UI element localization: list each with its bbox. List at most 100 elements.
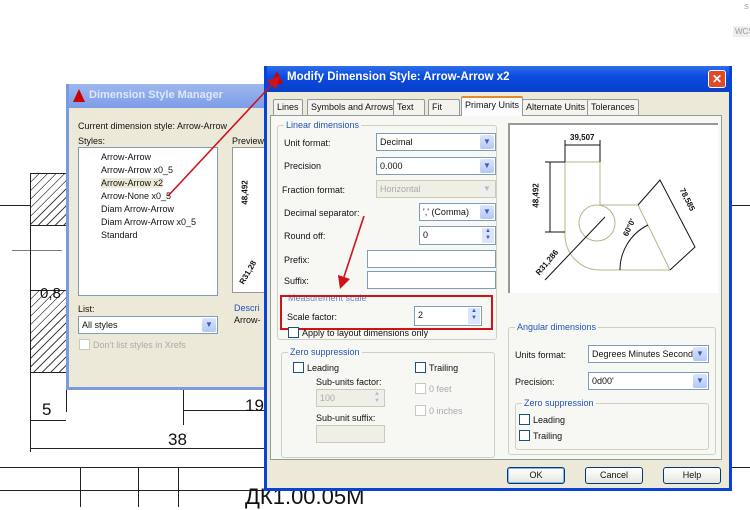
tab-symbols-arrows[interactable]: Symbols and Arrows <box>307 99 398 115</box>
suffix-label: Suffix: <box>284 276 309 286</box>
angular-trailing-label: Trailing <box>533 431 563 441</box>
trailing-label: Trailing <box>429 363 459 373</box>
apply-layout-checkbox[interactable] <box>288 327 299 338</box>
subunit-suffix-label: Sub-unit suffix: <box>316 413 376 423</box>
decimal-separator-value: ',' (Comma) <box>423 207 469 217</box>
fraction-format-select[interactable]: Horizontal ▼ <box>376 180 496 198</box>
angular-trailing-checkbox[interactable] <box>519 430 530 441</box>
ok-button[interactable]: OK <box>507 467 565 484</box>
zero-suppression-title: Zero suppression <box>288 347 362 357</box>
current-style-label: Current dimension style: Arrow-Arrow <box>78 121 228 131</box>
angular-zero-suppression-group: Zero suppression <box>515 398 709 450</box>
style-item[interactable]: Standard <box>101 230 138 240</box>
angular-units-value: Degrees Minutes Seconds <box>592 349 698 359</box>
angular-leading-checkbox[interactable] <box>519 414 530 425</box>
spinner-arrows-icon[interactable]: ▲ ▼ <box>482 228 494 243</box>
round-off-value: 0 <box>423 230 429 240</box>
zero-inches-label: 0 inches <box>429 406 463 416</box>
chevron-down-icon: ▼ <box>480 182 494 196</box>
precision-label: Precision <box>284 161 322 171</box>
unit-format-select[interactable]: Decimal ▼ <box>376 133 496 151</box>
dim-5: 5 <box>42 400 52 419</box>
unit-format-value: Decimal <box>380 137 413 147</box>
decimal-separator-select[interactable]: ',' (Comma) ▼ <box>419 203 496 221</box>
style-item[interactable]: Arrow-None x0_5 <box>101 191 171 201</box>
corner-s: S <box>744 4 749 11</box>
annotation-highlight-box <box>280 295 493 330</box>
angular-precision-select[interactable]: 0d00' ▼ <box>588 372 709 390</box>
description-value: Arrow- <box>234 315 261 325</box>
modify-title-bar[interactable]: Modify Dimension Style: Arrow-Arrow x2 ✕ <box>267 66 729 92</box>
subunits-factor-spinner[interactable]: 100 ▲ ▼ <box>316 389 385 407</box>
wcs-label: WCS <box>733 26 750 37</box>
style-item[interactable]: Arrow-Arrow x0_5 <box>101 165 173 175</box>
prefix-input[interactable] <box>367 250 496 268</box>
list-select[interactable]: All styles ▼ <box>78 316 218 334</box>
chevron-down-icon: ▼ <box>693 347 707 361</box>
precision-select[interactable]: 0.000 ▼ <box>376 157 496 175</box>
tab-lines[interactable]: Lines <box>273 99 303 115</box>
modify-title: Modify Dimension Style: Arrow-Arrow x2 <box>287 71 510 83</box>
subunits-factor-label: Sub-units factor: <box>316 377 382 387</box>
styles-label: Styles: <box>78 136 106 146</box>
xrefs-checkbox[interactable] <box>79 339 90 350</box>
linear-group-title: Linear dimensions <box>284 120 362 130</box>
leading-label: Leading <box>307 363 340 373</box>
zero-feet-checkbox[interactable] <box>415 383 426 394</box>
decimal-separator-label: Decimal separator: <box>284 208 360 218</box>
tab-alternate-units[interactable]: Alternate Units <box>522 99 590 115</box>
tab-fit[interactable]: Fit <box>428 99 460 115</box>
tab-text[interactable]: Text <box>393 99 425 115</box>
suffix-input[interactable] <box>367 271 496 289</box>
style-item-selected[interactable]: Arrow-Arrow x2 <box>101 178 164 188</box>
style-item[interactable]: Diam Arrow-Arrow <box>101 204 174 214</box>
style-item[interactable]: Diam Arrow-Arrow x0_5 <box>101 217 196 227</box>
angular-units-select[interactable]: Degrees Minutes Seconds ▼ <box>588 345 709 363</box>
preview-dim: 39,507 <box>570 133 595 142</box>
tab-primary-units[interactable]: Primary Units <box>461 96 524 116</box>
fraction-format-value: Horizontal <box>380 184 421 194</box>
cancel-button[interactable]: Cancel <box>585 467 643 484</box>
xrefs-label: Don't list styles in Xrefs <box>93 340 186 350</box>
spinner-arrows-icon[interactable]: ▲ ▼ <box>371 391 383 405</box>
apply-layout-label: Apply to layout dimensions only <box>302 328 429 338</box>
round-off-spinner[interactable]: 0 ▲ ▼ <box>419 226 496 245</box>
preview-dim: 48,492 <box>531 183 541 208</box>
preview-dim: 48,492 <box>240 180 250 205</box>
styles-list[interactable]: Arrow-Arrow Arrow-Arrow x0_5 Arrow-Arrow… <box>78 147 218 296</box>
dim-38: 38 <box>168 430 187 449</box>
subunit-suffix-input[interactable] <box>316 425 385 443</box>
angular-units-label: Units format: <box>515 350 567 360</box>
zero-feet-label: 0 feet <box>429 384 452 394</box>
chevron-down-icon: ▼ <box>480 135 494 149</box>
round-off-label: Round off: <box>284 231 326 241</box>
preview-pane: 39,507 48,492 78,585 60°0' R31,286 <box>508 123 718 293</box>
help-button[interactable]: Help <box>663 467 721 484</box>
preview-dim: R31,28 <box>237 259 259 286</box>
description-label: Descri <box>234 303 260 313</box>
precision-value: 0.000 <box>380 161 403 171</box>
style-item[interactable]: Arrow-Arrow <box>101 152 151 162</box>
chevron-down-icon: ▼ <box>480 159 494 173</box>
dim-0-8: 0,8 <box>40 285 61 302</box>
manager-title-bar[interactable]: Dimension Style Manager <box>69 84 273 108</box>
zero-inches-checkbox[interactable] <box>415 405 426 416</box>
chevron-down-icon: ▼ <box>202 318 216 332</box>
autocad-logo-icon <box>271 71 283 84</box>
dimension-style-manager-dialog: Dimension Style Manager Current dimensio… <box>66 84 276 390</box>
angular-precision-label: Precision: <box>515 377 555 387</box>
dim-19: 19 <box>245 396 264 415</box>
chevron-down-icon: ▼ <box>480 205 494 219</box>
tab-tolerances[interactable]: Tolerances <box>587 99 639 115</box>
preview-label: Preview <box>232 136 265 146</box>
angular-leading-label: Leading <box>533 415 566 425</box>
subunits-factor-value: 100 <box>320 393 336 403</box>
list-value: All styles <box>82 320 118 330</box>
trailing-checkbox[interactable] <box>415 362 426 373</box>
autocad-logo-icon <box>73 89 85 102</box>
close-icon[interactable]: ✕ <box>708 70 726 88</box>
leading-checkbox[interactable] <box>293 362 304 373</box>
list-label: List: <box>78 304 95 314</box>
prefix-label: Prefix: <box>284 255 310 265</box>
manager-title: Dimension Style Manager <box>89 89 223 101</box>
